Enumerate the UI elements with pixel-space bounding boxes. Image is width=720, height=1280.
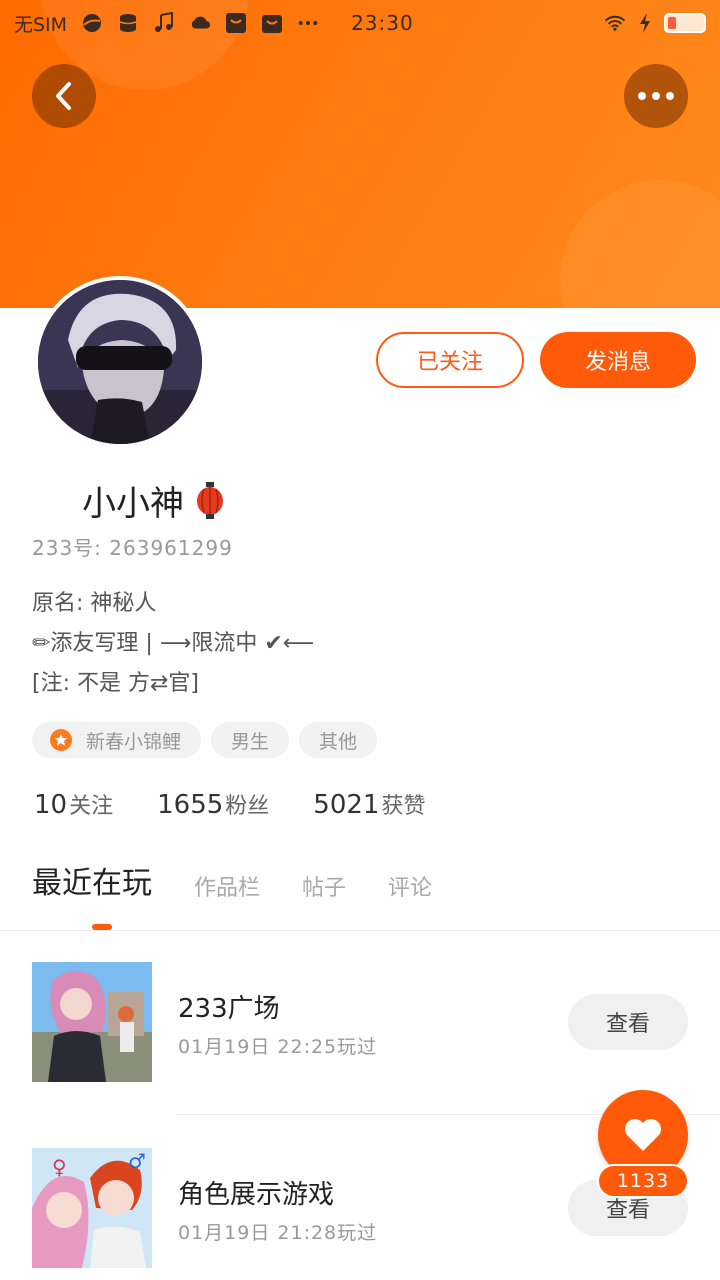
username-text: 小小神 <box>82 484 184 524</box>
tab-comments[interactable]: 评论 <box>388 870 432 902</box>
tab-posts[interactable]: 帖子 <box>302 870 346 902</box>
likes-count: 5021 <box>313 790 380 820</box>
tag-label: 男生 <box>231 730 270 753</box>
back-arrow-icon <box>56 82 71 110</box>
following-count: 10 <box>34 790 68 820</box>
game-title: 233广场 <box>178 994 280 1024</box>
bio-line: ✏添友写理 | ⟶限流中 ✔⟵ <box>32 631 315 656</box>
username: 小小神 <box>82 476 224 525</box>
more-options-button[interactable] <box>624 64 688 128</box>
list-item[interactable]: 233广场 01月19日 22:25玩过 查看 <box>32 962 720 1082</box>
lantern-icon <box>196 481 224 520</box>
game-thumbnail <box>32 962 152 1082</box>
divider <box>0 930 720 931</box>
back-button[interactable] <box>32 64 96 128</box>
music-icon <box>153 12 175 34</box>
svg-text:♂: ♂ <box>128 1149 146 1173</box>
bio-line: 原名: 神秘人 <box>32 591 157 616</box>
carrier-label: 无SIM <box>14 13 68 36</box>
bio-line: [注: 不是 方⇄官] <box>32 671 199 696</box>
game-title: 角色展示游戏 <box>178 1180 335 1210</box>
like-count: 1133 <box>597 1164 689 1198</box>
game-last-played: 01月19日 21:28玩过 <box>178 1222 378 1244</box>
battery-icon <box>664 13 706 33</box>
profile-header-background <box>0 0 720 308</box>
bio: 原名: 神秘人 ✏添友写理 | ⟶限流中 ✔⟵ [注: 不是 方⇄官] <box>32 584 314 704</box>
bag-icon <box>261 12 283 34</box>
shop-icon <box>225 12 247 34</box>
clock: 23:30 <box>351 11 414 35</box>
koi-badge-icon <box>50 729 72 751</box>
following-stat[interactable]: 10关注 <box>34 788 113 820</box>
game-last-played: 01月19日 22:25玩过 <box>178 1036 378 1058</box>
view-button[interactable]: 查看 <box>568 994 688 1050</box>
likes-label: 获赞 <box>381 794 426 819</box>
svg-text:♀: ♀ <box>52 1155 67 1179</box>
tag-other[interactable]: 其他 <box>299 722 378 758</box>
charging-icon <box>634 12 656 34</box>
browser-icon <box>81 12 103 34</box>
tab-recently-played[interactable]: 最近在玩 <box>32 858 152 902</box>
tab-works[interactable]: 作品栏 <box>194 870 260 902</box>
likes-stat: 5021获赞 <box>313 788 425 820</box>
game-thumbnail: ♀ ♂ <box>32 1148 152 1268</box>
decor-circle <box>560 180 720 308</box>
fans-count: 1655 <box>157 790 224 820</box>
database-icon <box>117 12 139 34</box>
following-label: 关注 <box>69 794 114 819</box>
heart-icon <box>625 1119 661 1151</box>
cloud-icon <box>189 12 211 34</box>
wifi-icon <box>604 12 626 34</box>
tag-label: 新春小锦鲤 <box>86 730 182 753</box>
status-bar: 无SIM 23:30 <box>0 0 720 46</box>
tag-badge[interactable]: 新春小锦鲤 <box>32 722 202 758</box>
profile-tabs: 最近在玩 作品栏 帖子 评论 <box>32 858 432 902</box>
stats-row: 10关注 1655粉丝 5021获赞 <box>34 788 425 820</box>
followed-button[interactable]: 已关注 <box>376 332 524 388</box>
more-dots-icon <box>638 92 674 100</box>
tag-list: 新春小锦鲤 男生 其他 <box>32 722 378 758</box>
send-message-button[interactable]: 发消息 <box>540 332 696 388</box>
fans-label: 粉丝 <box>225 794 270 819</box>
tag-label: 其他 <box>319 730 358 753</box>
tag-gender[interactable]: 男生 <box>211 722 290 758</box>
more-dots-icon <box>297 12 319 34</box>
user-id: 233号: 263961299 <box>32 536 233 560</box>
fans-stat[interactable]: 1655粉丝 <box>157 788 269 820</box>
avatar[interactable] <box>34 276 206 448</box>
